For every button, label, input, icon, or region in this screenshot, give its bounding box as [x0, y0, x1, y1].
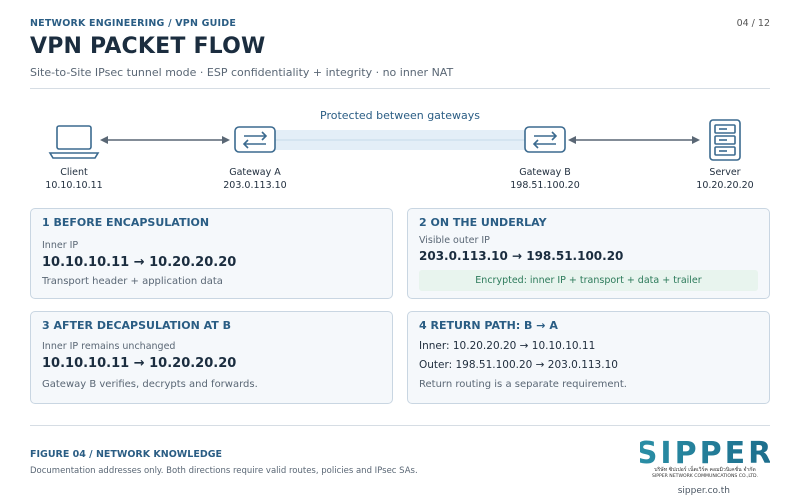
logo-thai-name: บริษัท ซิปเปอร์ เน็ตเวิร์ค คอมมิวนิเคชั่…	[654, 465, 756, 473]
return-outer-flow: Outer: 198.51.100.20 → 203.0.113.10	[419, 359, 618, 371]
node-server-name: Server	[709, 167, 741, 178]
node-client: Client 10.10.10.11	[19, 166, 129, 192]
logo-english-name: SIPPER NETWORK COMMUNICATIONS CO.,LTD.	[652, 473, 758, 479]
laptop-icon	[48, 125, 100, 159]
packet-flow-diagram: Protected between gateways Client 10.10.…	[0, 100, 800, 200]
card-title: 2 ON THE UNDERLAY	[419, 216, 547, 229]
card-note: Return routing is a separate requirement…	[419, 379, 627, 390]
inner-ip-flow: 10.10.10.11 → 10.20.20.20	[42, 255, 237, 270]
logo-brand: SIPPER	[640, 436, 770, 471]
page-subtitle: Site-to-Site IPsec tunnel mode · ESP con…	[30, 66, 454, 79]
card-title: 4 RETURN PATH: B → A	[419, 319, 558, 332]
sipper-logo: SIPPER บริษัท ซิปเปอร์ เน็ตเวิร์ค คอมมิว…	[640, 436, 770, 479]
card-label: Inner IP	[42, 240, 79, 251]
figure-caption: FIGURE 04 / NETWORK KNOWLEDGE	[30, 449, 222, 460]
page-number: 04 / 12	[736, 18, 770, 29]
card-return-path: 4 RETURN PATH: B → A Inner: 10.20.20.20 …	[407, 311, 770, 404]
outer-ip-flow: 203.0.113.10 → 198.51.100.20	[419, 249, 624, 263]
card-after-decapsulation: 3 AFTER DECAPSULATION AT B Inner IP rema…	[30, 311, 393, 404]
footer-divider	[30, 425, 770, 426]
node-gateway-b-ip: 198.51.100.20	[510, 180, 580, 191]
logo-website: sipper.co.th	[677, 486, 730, 496]
inner-ip-flow: 10.10.10.11 → 10.20.20.20	[42, 356, 237, 371]
tunnel-label: Protected between gateways	[320, 109, 480, 122]
node-client-name: Client	[60, 167, 88, 178]
node-client-ip: 10.10.10.11	[45, 180, 103, 191]
node-gateway-a-ip: 203.0.113.10	[223, 180, 287, 191]
node-server: Server 10.20.20.20	[670, 166, 780, 192]
card-title: 1 BEFORE ENCAPSULATION	[42, 216, 210, 229]
link-client-gateway-a	[100, 136, 230, 144]
card-before-encapsulation: 1 BEFORE ENCAPSULATION Inner IP 10.10.10…	[30, 208, 393, 299]
node-gateway-b-name: Gateway B	[519, 167, 571, 178]
gateway-icon	[234, 126, 276, 153]
card-label: Visible outer IP	[419, 235, 490, 246]
section-kicker: NETWORK ENGINEERING / VPN GUIDE	[30, 18, 237, 29]
server-icon	[709, 119, 741, 161]
node-gateway-b: Gateway B 198.51.100.20	[490, 166, 600, 192]
link-gateway-b-server	[568, 136, 700, 144]
encrypted-payload-note: Encrypted: inner IP + transport + data +…	[419, 270, 758, 291]
node-server-ip: 10.20.20.20	[696, 180, 754, 191]
card-title: 3 AFTER DECAPSULATION AT B	[42, 319, 232, 332]
node-gateway-a: Gateway A 203.0.113.10	[200, 166, 310, 192]
page-title: VPN PACKET FLOW	[30, 34, 266, 59]
footer-note: Documentation addresses only. Both direc…	[30, 466, 418, 476]
gateway-icon	[524, 126, 566, 153]
node-gateway-a-name: Gateway A	[229, 167, 281, 178]
card-note: Gateway B verifies, decrypts and forward…	[42, 379, 258, 390]
return-inner-flow: Inner: 10.20.20.20 → 10.10.10.11	[419, 340, 596, 352]
header-divider	[30, 88, 770, 89]
card-underlay: 2 ON THE UNDERLAY Visible outer IP 203.0…	[407, 208, 770, 299]
card-note: Transport header + application data	[42, 276, 223, 287]
card-label: Inner IP remains unchanged	[42, 341, 176, 352]
